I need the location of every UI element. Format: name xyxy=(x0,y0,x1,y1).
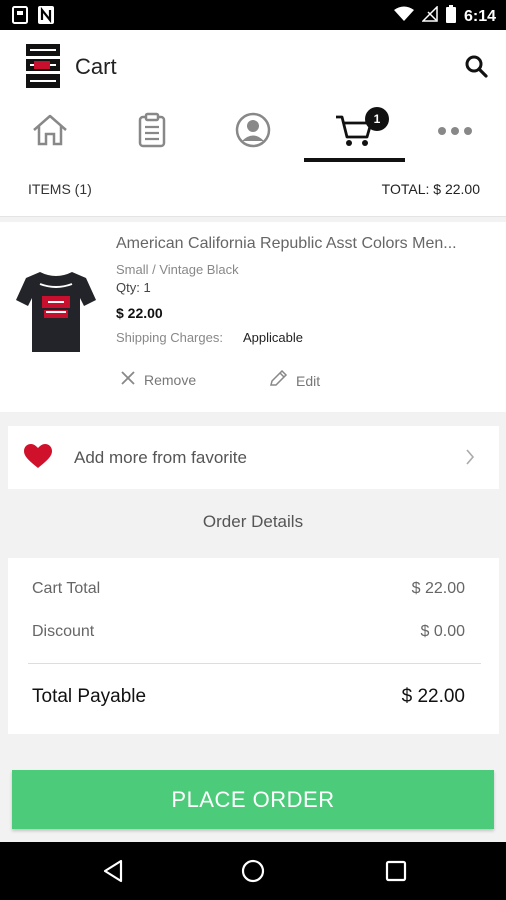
add-from-favorite-label: Add more from favorite xyxy=(74,448,247,467)
pencil-icon xyxy=(268,369,288,391)
cart-badge: 1 xyxy=(365,107,389,131)
tab-bar xyxy=(0,102,506,162)
place-order-button[interactable]: PLACE ORDER xyxy=(12,770,494,829)
signal-off-icon xyxy=(421,5,438,27)
search-icon[interactable] xyxy=(464,54,488,78)
tab-cart[interactable] xyxy=(304,102,404,162)
shipping-value: Applicable xyxy=(243,330,303,345)
remove-label: Remove xyxy=(144,371,197,388)
page-title: Cart xyxy=(75,54,117,79)
tab-more[interactable] xyxy=(405,102,505,162)
system-nav-bar xyxy=(0,842,506,900)
battery-icon xyxy=(445,5,456,28)
product-name[interactable]: American California Republic Asst Colors… xyxy=(116,235,496,253)
status-bar: 6:14 xyxy=(0,0,506,30)
clipboard-icon xyxy=(137,112,167,153)
cart-total-header: TOTAL: $ 22.00 xyxy=(381,181,480,197)
clock-time: 6:14 xyxy=(463,7,496,25)
product-price: $ 22.00 xyxy=(116,305,163,321)
sim-icon xyxy=(12,6,28,29)
more-icon xyxy=(437,123,473,141)
close-icon xyxy=(120,370,136,389)
back-icon[interactable] xyxy=(98,856,128,886)
user-icon xyxy=(235,112,271,153)
cart-item-card: American California Republic Asst Colors… xyxy=(0,222,506,412)
home-icon xyxy=(31,113,69,152)
shipping-label: Shipping Charges: xyxy=(116,330,223,345)
remove-button[interactable]: Remove xyxy=(120,370,196,389)
tab-orders[interactable] xyxy=(102,102,202,162)
cart-total-row: Cart Total $ 22.00 xyxy=(32,580,465,598)
edit-button[interactable]: Edit xyxy=(268,369,321,391)
add-from-favorite-row[interactable]: Add more from favorite xyxy=(8,426,499,489)
product-image[interactable] xyxy=(14,266,98,356)
app-bar: Cart xyxy=(0,30,506,102)
product-quantity: Qty: 1 xyxy=(116,280,151,295)
total-payable-label: Total Payable xyxy=(32,686,147,707)
discount-label: Discount xyxy=(32,623,95,640)
cart-total-value: $ 22.00 xyxy=(411,580,465,597)
tab-home[interactable] xyxy=(0,102,100,162)
total-payable-value: $ 22.00 xyxy=(401,686,465,707)
recents-icon[interactable] xyxy=(381,856,411,886)
order-details-title: Order Details xyxy=(202,512,304,531)
total-payable-row: Total Payable $ 22.00 xyxy=(32,686,465,708)
brand-logo xyxy=(24,42,62,90)
cart-total-label: Cart Total xyxy=(32,580,101,597)
order-details-card: Cart Total $ 22.00 Discount $ 0.00 Total… xyxy=(8,558,499,734)
divider xyxy=(28,663,481,664)
wifi-icon xyxy=(393,6,414,27)
discount-row: Discount $ 0.00 xyxy=(32,623,465,641)
tab-profile[interactable] xyxy=(203,102,303,162)
n-notification-icon xyxy=(38,6,54,29)
heart-icon xyxy=(24,444,52,475)
chevron-right-icon xyxy=(465,448,475,471)
product-variant: Small / Vintage Black xyxy=(116,262,239,277)
edit-label: Edit xyxy=(296,372,321,389)
home-button-icon[interactable] xyxy=(238,856,268,886)
discount-value: $ 0.00 xyxy=(420,623,465,640)
items-count: ITEMS (1) xyxy=(28,181,92,197)
cart-summary: ITEMS (1) TOTAL: $ 22.00 xyxy=(0,162,506,217)
